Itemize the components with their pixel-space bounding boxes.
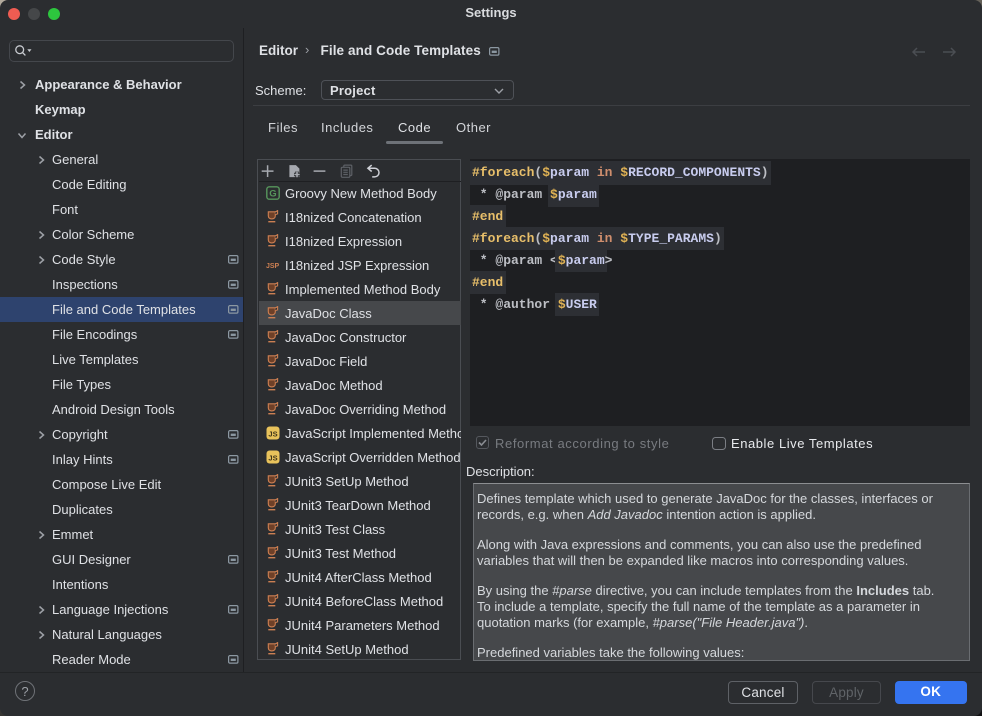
svg-text:JS: JS <box>268 429 277 438</box>
svg-text:JSP: JSP <box>266 263 280 270</box>
svg-text:G: G <box>269 189 276 200</box>
svg-text:JS: JS <box>268 453 277 462</box>
